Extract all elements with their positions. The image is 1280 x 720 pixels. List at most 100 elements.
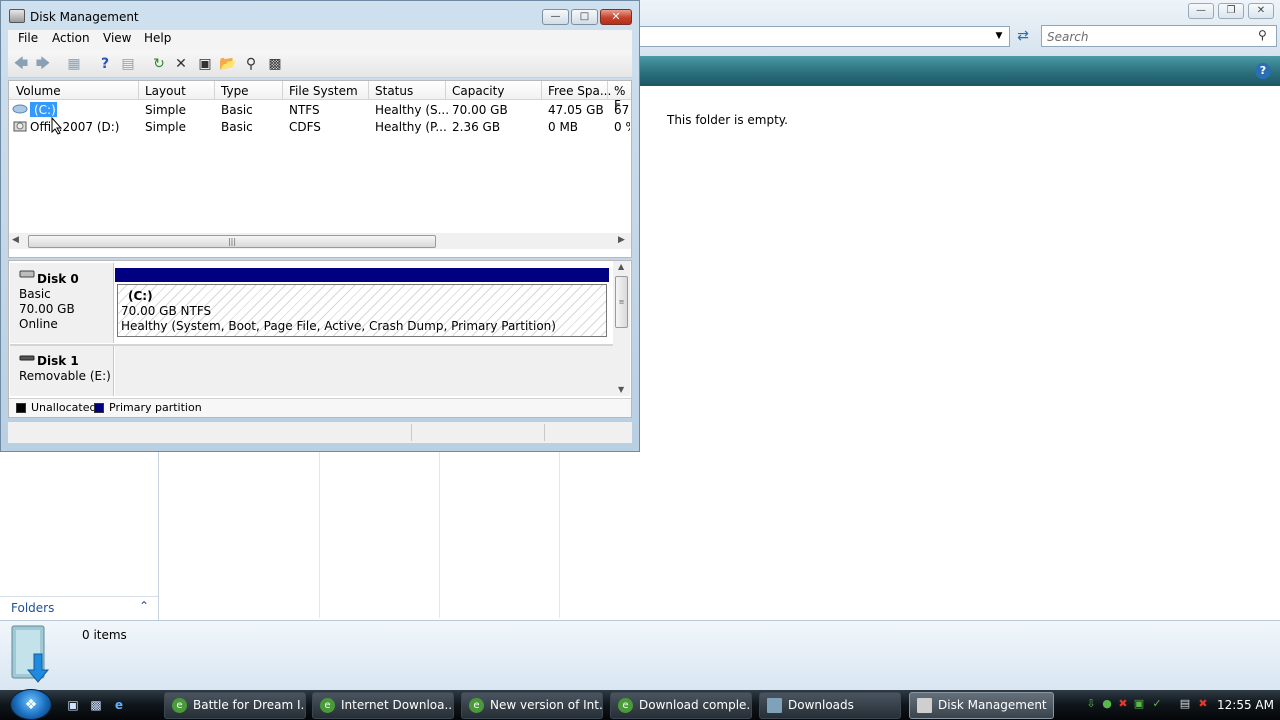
chevron-up-icon[interactable]: ⌃ — [139, 599, 149, 613]
refresh-icon[interactable]: ↻ — [150, 55, 168, 73]
disk-management-icon — [917, 698, 932, 713]
volume-name[interactable]: (C:) — [34, 103, 56, 117]
minimize-icon[interactable]: — — [1188, 3, 1214, 19]
help-book-icon[interactable]: ? — [96, 55, 114, 73]
app-tray-icon[interactable]: ● — [1100, 697, 1114, 711]
delete-icon[interactable]: ✕ — [172, 55, 190, 73]
column-header-capacity[interactable]: Capacity — [452, 84, 504, 98]
volume-type[interactable]: Basic — [221, 120, 253, 134]
taskbar-button-active[interactable]: Disk Management — [909, 692, 1054, 719]
chevron-down-icon[interactable]: ▼ — [992, 29, 1006, 43]
mouse-cursor-icon — [51, 116, 63, 135]
column-header-file-system[interactable]: File System — [289, 84, 358, 98]
search-icon[interactable]: ⚲ — [1258, 28, 1272, 42]
volume-muted-icon[interactable]: ✖ — [1196, 697, 1210, 711]
column-separator[interactable] — [368, 81, 369, 100]
volume-name[interactable]: Offi...2007 (D:) — [30, 120, 120, 134]
disk0-size: 70.00 GB — [19, 302, 75, 316]
disk1-name: Disk 1 — [37, 354, 79, 368]
properties-icon[interactable]: ▣ — [196, 55, 214, 73]
find-icon[interactable]: ⚲ — [242, 55, 260, 73]
properties-grid-icon[interactable]: ▤ — [119, 55, 137, 73]
download-tray-icon[interactable]: ⇩ — [1084, 697, 1098, 711]
volume-percent-free[interactable]: 67 — [614, 103, 630, 117]
cd-drive-icon — [12, 119, 28, 133]
browser-icon: e — [320, 698, 335, 713]
volume-file-system[interactable]: NTFS — [289, 103, 320, 117]
taskbar-button[interactable]: Downloads — [759, 692, 901, 719]
navigation-pane-divider — [158, 452, 159, 620]
volume-drive-icon — [12, 103, 28, 115]
network-icon[interactable]: ▤ — [1178, 697, 1192, 711]
column-separator[interactable] — [445, 81, 446, 100]
explorer-window-controls: — ❐ ✕ — [1188, 3, 1278, 20]
column-divider — [559, 452, 560, 618]
column-header-free-space[interactable]: Free Spa... — [548, 84, 611, 98]
help-icon[interactable]: ? — [1255, 63, 1271, 79]
scroll-down-icon[interactable]: ▼ — [618, 385, 624, 394]
volume-status[interactable]: Healthy (P... — [375, 120, 447, 134]
scrollbar-thumb[interactable]: ||| — [28, 235, 436, 248]
taskbar-button[interactable]: e Download comple... — [610, 692, 752, 719]
refresh-icon[interactable]: ⇄ — [1012, 26, 1034, 47]
settings-icon[interactable]: ▩ — [266, 55, 284, 73]
column-divider — [439, 452, 440, 618]
primary-partition-bar — [115, 268, 609, 282]
taskbar-button-label: Download comple... — [639, 698, 752, 712]
column-separator[interactable] — [607, 81, 608, 100]
column-header-status[interactable]: Status — [375, 84, 413, 98]
scroll-right-icon[interactable]: ▶ — [618, 235, 625, 245]
scrollbar-thumb[interactable]: ≡ — [615, 276, 628, 328]
volume-free-space[interactable]: 47.05 GB — [548, 103, 604, 117]
volume-capacity[interactable]: 70.00 GB — [452, 103, 508, 117]
folders-label[interactable]: Folders — [11, 601, 54, 615]
volume-capacity[interactable]: 2.36 GB — [452, 120, 500, 134]
show-desktop-icon[interactable]: ▣ — [65, 697, 81, 713]
column-separator[interactable] — [214, 81, 215, 100]
close-icon[interactable]: ✕ — [1248, 3, 1274, 19]
clock[interactable]: 12:55 AM — [1217, 698, 1274, 712]
column-separator[interactable] — [282, 81, 283, 100]
volume-percent-free[interactable]: 0 % — [614, 120, 630, 134]
volume-free-space[interactable]: 0 MB — [548, 120, 578, 134]
volume-file-system[interactable]: CDFS — [289, 120, 321, 134]
taskbar-button[interactable]: e New version of Int... — [461, 692, 603, 719]
forward-arrow-icon[interactable]: 🡆 — [34, 55, 52, 73]
address-bar[interactable] — [638, 26, 1010, 47]
update-tray-icon[interactable]: ▣ — [1132, 697, 1146, 711]
console-tree-icon[interactable]: ▦ — [65, 55, 83, 73]
column-separator[interactable] — [138, 81, 139, 100]
security-tray-icon[interactable]: ✖ — [1116, 697, 1130, 711]
column-separator[interactable] — [541, 81, 542, 100]
windows-logo-icon[interactable]: ❖ — [22, 697, 40, 713]
restore-icon[interactable]: ❐ — [1218, 3, 1244, 19]
column-header-type[interactable]: Type — [221, 84, 249, 98]
scroll-up-icon[interactable]: ▲ — [618, 262, 624, 271]
menu-help[interactable]: Help — [144, 31, 171, 45]
back-arrow-icon[interactable]: 🡄 — [12, 55, 30, 73]
taskbar-button[interactable]: e Internet Downloa... — [312, 692, 454, 719]
volume-status[interactable]: Healthy (S... — [375, 103, 449, 117]
menu-file[interactable]: File — [18, 31, 38, 45]
status-bar — [8, 421, 632, 443]
column-header-layout[interactable]: Layout — [145, 84, 186, 98]
volume-layout[interactable]: Simple — [145, 103, 186, 117]
menu-view[interactable]: View — [103, 31, 131, 45]
close-button[interactable]: ✕ — [600, 9, 632, 25]
status-tray-icon[interactable]: ✓ — [1150, 697, 1164, 711]
minimize-button[interactable]: — — [542, 9, 569, 25]
unallocated-swatch — [16, 403, 26, 413]
column-header-volume[interactable]: Volume — [16, 84, 61, 98]
scroll-left-icon[interactable]: ◀ — [12, 235, 19, 245]
maximize-button[interactable]: □ — [571, 9, 598, 25]
internet-explorer-icon[interactable]: e — [111, 697, 127, 713]
disk0-type: Basic — [19, 287, 51, 301]
volume-layout[interactable]: Simple — [145, 120, 186, 134]
menu-action[interactable]: Action — [52, 31, 90, 45]
open-folder-icon[interactable]: 📂 — [219, 55, 237, 73]
volume-list — [8, 80, 632, 258]
switch-windows-icon[interactable]: ▩ — [88, 697, 104, 713]
search-input[interactable]: Search — [1041, 25, 1277, 47]
volume-type[interactable]: Basic — [221, 103, 253, 117]
taskbar-button[interactable]: e Battle for Dream I... — [164, 692, 306, 719]
